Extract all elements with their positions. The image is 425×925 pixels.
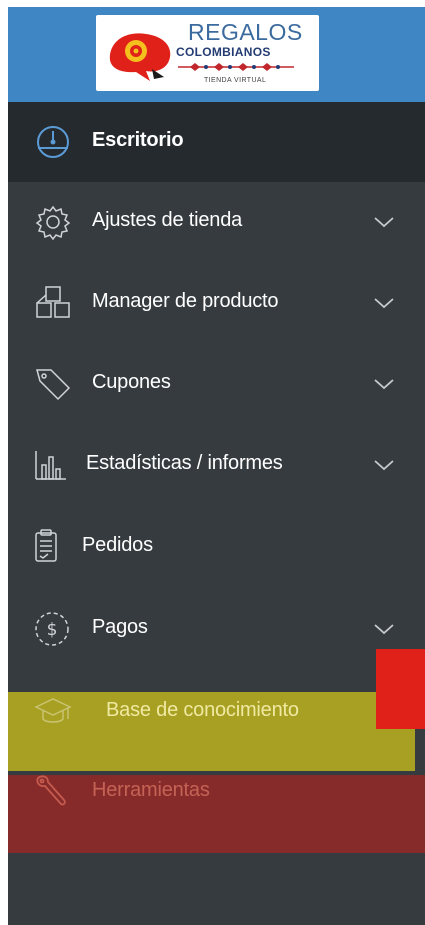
menu-item-base-de-conocimiento[interactable]: Base de conocimiento xyxy=(8,692,425,732)
chevron-down-icon[interactable] xyxy=(372,621,396,637)
bar-chart-icon xyxy=(32,445,74,485)
chevron-down-icon[interactable] xyxy=(372,295,396,311)
menu-label: Escritorio xyxy=(92,129,184,151)
sidebar-header: REGALOS COLOMBIANOS TIENDA VIRTUAL xyxy=(8,7,425,102)
menu-item-herramientas[interactable]: Herramientas xyxy=(8,772,425,812)
logo-emblem-icon xyxy=(109,33,171,81)
menu-item-manager-de-producto[interactable]: Manager de producto xyxy=(8,283,425,323)
gear-icon xyxy=(32,202,74,242)
red-marker-block xyxy=(376,649,425,729)
logo-tagline-text: TIENDA VIRTUAL xyxy=(204,77,267,84)
logo-ornament-icon xyxy=(178,63,294,71)
dashboard-icon xyxy=(32,122,74,162)
chevron-down-icon[interactable] xyxy=(372,457,396,473)
menu-label: Pedidos xyxy=(82,534,153,556)
menu-label: Base de conocimiento xyxy=(106,699,299,721)
menu-label: Manager de producto xyxy=(92,290,279,312)
sidebar: REGALOS COLOMBIANOS TIENDA VIRTUAL Escri… xyxy=(8,7,425,925)
menu-item-pagos[interactable]: $ Pagos xyxy=(8,609,425,649)
menu-label: Ajustes de tienda xyxy=(92,209,243,231)
logo-brand-text: REGALOS xyxy=(188,19,303,45)
wrench-icon xyxy=(32,772,74,812)
boxes-icon xyxy=(32,283,74,323)
svg-text:$: $ xyxy=(47,620,58,640)
store-logo[interactable]: REGALOS COLOMBIANOS TIENDA VIRTUAL xyxy=(96,15,319,91)
menu-label: Pagos xyxy=(92,616,148,638)
menu-item-pedidos[interactable]: Pedidos xyxy=(8,527,425,567)
chevron-down-icon[interactable] xyxy=(372,376,396,392)
menu-label: Estadísticas / informes xyxy=(86,452,283,474)
menu-item-cupones[interactable]: Cupones xyxy=(8,364,425,404)
menu-label: Cupones xyxy=(92,371,171,393)
menu-item-escritorio[interactable]: Escritorio xyxy=(8,122,425,162)
clipboard-icon xyxy=(32,527,74,567)
chevron-down-icon[interactable] xyxy=(372,214,396,230)
graduation-cap-icon xyxy=(32,692,74,732)
logo-subtitle-text: COLOMBIANOS xyxy=(176,45,271,59)
dollar-circle-icon: $ xyxy=(32,609,74,649)
tag-icon xyxy=(32,364,74,404)
menu-item-ajustes-de-tienda[interactable]: Ajustes de tienda xyxy=(8,202,425,242)
menu-label: Herramientas xyxy=(92,779,210,801)
menu-item-estadisticas-informes[interactable]: Estadísticas / informes xyxy=(8,445,425,485)
